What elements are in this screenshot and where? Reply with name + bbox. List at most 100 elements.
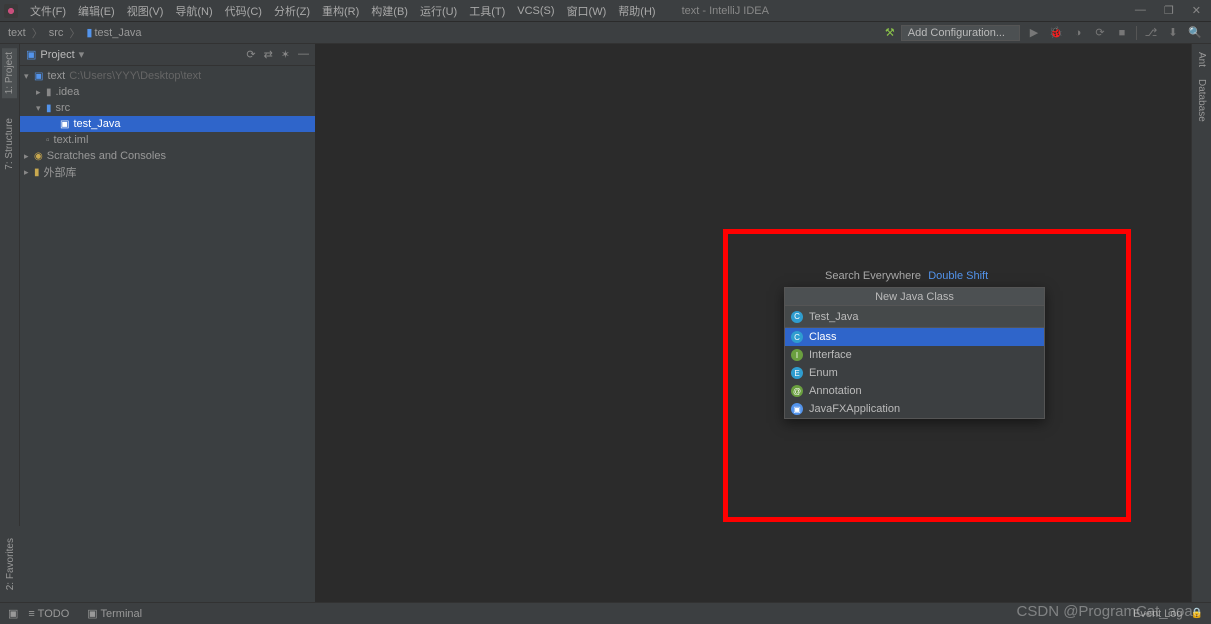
tool-tab-project[interactable]: 1: Project (2, 48, 17, 98)
menu-edit[interactable]: 编辑(E) (72, 3, 121, 19)
popup-name-input[interactable]: C Test_Java (785, 306, 1044, 328)
run-button[interactable]: ▶ (1026, 25, 1042, 41)
status-terminal[interactable]: ▣ Terminal (87, 607, 142, 620)
tree-external-libs-label: 外部库 (44, 164, 77, 180)
expand-arrow-icon[interactable]: ▾ (24, 71, 34, 82)
popup-option-label: Enum (809, 367, 838, 379)
status-todo[interactable]: ≡ TODO (28, 608, 69, 620)
menu-tools[interactable]: 工具(T) (463, 3, 511, 19)
module-icon: ▣ (34, 71, 43, 82)
window-close-button[interactable]: ✕ (1192, 4, 1201, 17)
breadcrumb-test-java[interactable]: test_Java (94, 27, 141, 39)
breadcrumb-src[interactable]: src (49, 27, 64, 39)
tree-src-label: src (56, 102, 71, 114)
build-icon[interactable]: ⚒ (885, 26, 895, 39)
window-maximize-button[interactable]: ❐ (1164, 4, 1174, 17)
project-view-label[interactable]: Project (40, 49, 74, 61)
navigation-bar: text 〉 src 〉 ▮ test_Java ⚒ Add Configura… (0, 22, 1211, 44)
file-icon: ▫ (46, 135, 50, 146)
project-sidebar: ▣ Project ▾ ⟳ ⇄ ✶ — ▾ ▣ text C:\Users\YY… (20, 44, 315, 602)
event-log-button[interactable]: Event Log (1133, 608, 1183, 620)
stop-button[interactable]: ■ (1114, 25, 1130, 41)
search-everywhere-icon[interactable]: 🔍 (1187, 25, 1203, 41)
tree-src[interactable]: ▾ ▮ src (20, 100, 315, 116)
breadcrumb-sep: 〉 (32, 25, 43, 41)
popup-option-label: JavaFXApplication (809, 403, 900, 415)
popup-option-interface[interactable]: I Interface (785, 346, 1044, 364)
coverage-button[interactable]: ◑ (1070, 25, 1086, 41)
enum-icon: E (791, 367, 803, 379)
editor-area: Search Everywhere Double Shift New Java … (315, 44, 1191, 602)
annotation-icon: @ (791, 385, 803, 397)
menu-navigate[interactable]: 导航(N) (169, 3, 218, 19)
popup-option-annotation[interactable]: @ Annotation (785, 382, 1044, 400)
popup-option-label: Annotation (809, 385, 862, 397)
tree-idea[interactable]: ▸ ▮ .idea (20, 84, 315, 100)
tool-tab-database[interactable]: Database (1196, 79, 1207, 122)
package-icon: ▣ (60, 119, 69, 130)
window-minimize-button[interactable]: — (1135, 4, 1146, 17)
tree-root-label: text (47, 70, 65, 82)
breadcrumb-root[interactable]: text (8, 27, 26, 39)
menu-code[interactable]: 代码(C) (219, 3, 268, 19)
expand-icon[interactable]: ⇄ (264, 48, 273, 61)
tree-scratches[interactable]: ▸ ◉ Scratches and Consoles (20, 148, 315, 164)
menu-run[interactable]: 运行(U) (414, 3, 463, 19)
class-icon: C (791, 331, 803, 343)
popup-option-javafx[interactable]: ▣ JavaFXApplication (785, 400, 1044, 418)
menu-build[interactable]: 构建(B) (365, 3, 414, 19)
popup-option-label: Interface (809, 349, 852, 361)
debug-button[interactable]: 🐞 (1048, 25, 1064, 41)
tree-test-java-label: test_Java (73, 118, 120, 130)
locate-icon[interactable]: ⟳ (246, 48, 255, 61)
menu-refactor[interactable]: 重构(R) (316, 3, 365, 19)
tree-test-java[interactable]: ▣ test_Java (20, 116, 315, 132)
menu-window[interactable]: 窗口(W) (561, 3, 613, 19)
expand-arrow-icon[interactable]: ▸ (36, 87, 46, 98)
tool-tab-favorites[interactable]: 2: Favorites (5, 538, 16, 590)
popup-title: New Java Class (785, 288, 1044, 306)
run-config-dropdown[interactable]: Add Configuration... (901, 25, 1020, 41)
menu-analyze[interactable]: 分析(Z) (268, 3, 316, 19)
tree-root-path: C:\Users\YYY\Desktop\text (69, 70, 201, 82)
status-bar: ▣ ≡ TODO ▣ Terminal Event Log 🔒 (0, 602, 1211, 624)
project-sidebar-header: ▣ Project ▾ ⟳ ⇄ ✶ — (20, 44, 315, 66)
title-bar: 文件(F) 编辑(E) 视图(V) 导航(N) 代码(C) 分析(Z) 重构(R… (0, 0, 1211, 22)
project-tree[interactable]: ▾ ▣ text C:\Users\YYY\Desktop\text ▸ ▮ .… (20, 66, 315, 602)
expand-arrow-icon[interactable]: ▸ (24, 151, 34, 162)
tree-external-libs[interactable]: ▸ ▮ 外部库 (20, 164, 315, 180)
toolbar-separator (1136, 26, 1137, 40)
class-icon: C (791, 311, 803, 323)
menu-view[interactable]: 视图(V) (121, 3, 170, 19)
popup-option-enum[interactable]: E Enum (785, 364, 1044, 382)
expand-arrow-icon[interactable]: ▾ (36, 103, 46, 114)
right-tool-strip: Ant Database (1191, 44, 1211, 602)
new-java-class-popup[interactable]: New Java Class C Test_Java C Class I Int… (784, 287, 1045, 419)
hide-icon[interactable]: — (298, 48, 309, 61)
menu-vcs[interactable]: VCS(S) (511, 5, 560, 17)
chevron-down-icon[interactable]: ▾ (79, 48, 85, 61)
left-tool-strip-bottom: 2: Favorites (0, 526, 20, 602)
update-project-icon[interactable]: ⬇ (1165, 25, 1181, 41)
menu-help[interactable]: 帮助(H) (612, 3, 661, 19)
menu-file[interactable]: 文件(F) (24, 3, 72, 19)
profile-button[interactable]: ⟳ (1092, 25, 1108, 41)
toolwindow-button-icon[interactable]: ▣ (8, 607, 18, 620)
libraries-icon: ▮ (34, 167, 40, 178)
source-folder-icon: ▮ (46, 103, 52, 114)
project-view-icon: ▣ (26, 48, 36, 61)
interface-icon: I (791, 349, 803, 361)
tree-iml[interactable]: ▫ text.iml (20, 132, 315, 148)
javafx-icon: ▣ (791, 403, 803, 415)
git-branch-icon[interactable]: ⎇ (1143, 25, 1159, 41)
expand-arrow-icon[interactable]: ▸ (24, 167, 34, 178)
tool-tab-structure[interactable]: 7: Structure (4, 118, 15, 170)
tool-tab-ant[interactable]: Ant (1196, 52, 1207, 67)
tree-root[interactable]: ▾ ▣ text C:\Users\YYY\Desktop\text (20, 68, 315, 84)
popup-input-value: Test_Java (809, 311, 859, 323)
hint-shortcut: Double Shift (928, 270, 988, 282)
settings-gear-icon[interactable]: ✶ (281, 48, 290, 61)
popup-option-class[interactable]: C Class (785, 328, 1044, 346)
scratches-icon: ◉ (34, 151, 43, 162)
lock-icon[interactable]: 🔒 (1191, 608, 1203, 619)
